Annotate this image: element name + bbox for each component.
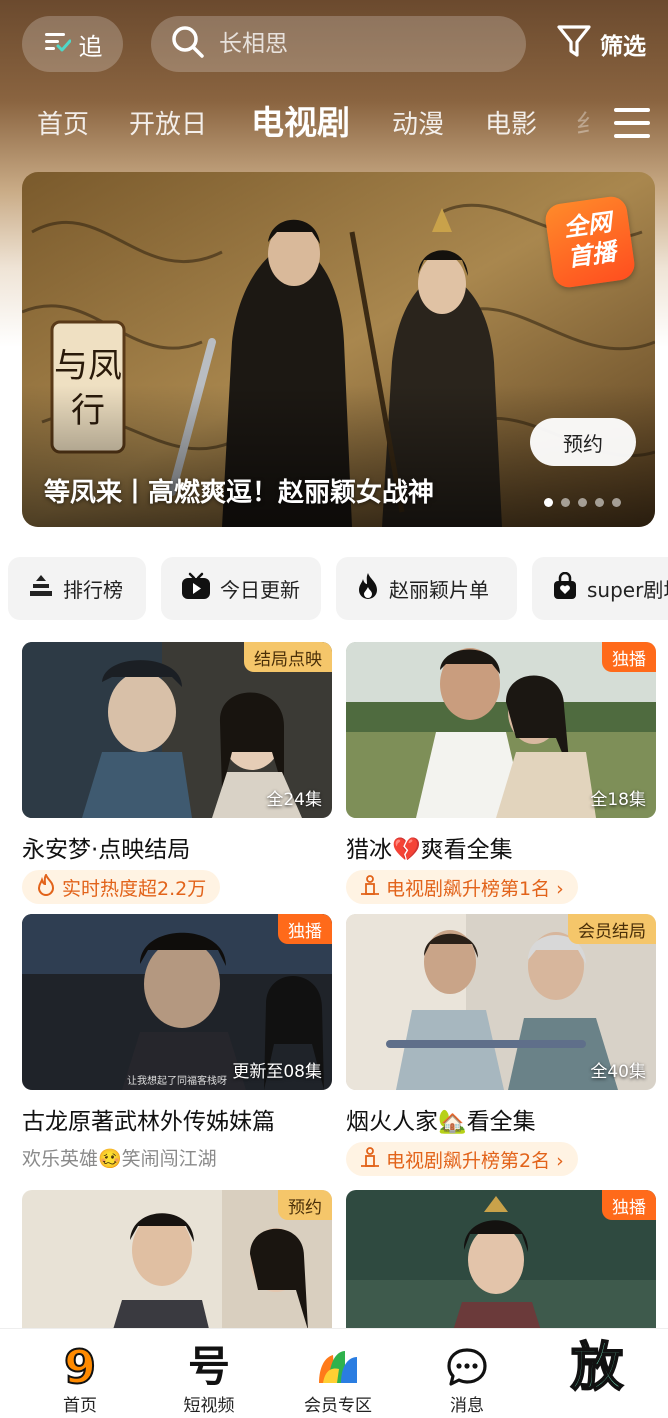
drama-card[interactable]: 结局点映 全24集 永安梦·点映结局 实时热度超2.2万 — [22, 642, 332, 904]
drama-card[interactable]: 让我想起了同福客栈呀 独播 更新至08集 古龙原著武林外传姊妹篇 欢乐英雄🥴笑闹… — [22, 914, 332, 1171]
filter-button[interactable]: 筛选 — [556, 22, 646, 66]
home-logo-icon: 9 — [63, 1340, 97, 1394]
category-tabs: 首页 开放日 电视剧 动漫 电影 纟 — [0, 92, 668, 152]
card-tag: 独播 — [602, 642, 656, 672]
nav-play[interactable]: 放 — [541, 1329, 653, 1418]
bag-icon — [552, 571, 578, 605]
card-tag: 结局点映 — [244, 642, 332, 672]
card-thumbnail[interactable]: 独播 — [346, 1190, 656, 1328]
card-tag: 会员结局 — [568, 914, 656, 944]
episode-count: 全18集 — [590, 790, 646, 810]
podium-icon — [360, 874, 380, 900]
tv-icon — [181, 572, 211, 605]
chip-today-updates[interactable]: 今日更新 — [161, 557, 321, 620]
carousel-indicator — [544, 498, 621, 507]
chip-super-theater[interactable]: super剧场 — [532, 557, 668, 620]
top-header: 追 筛选 — [0, 0, 668, 90]
play-logo-icon: 放 — [570, 1337, 624, 1399]
nav-messages[interactable]: 消息 — [412, 1329, 522, 1418]
flame-outline-icon — [36, 872, 56, 901]
nav-home[interactable]: 9 首页 — [25, 1329, 135, 1418]
follow-list-icon — [43, 29, 71, 59]
ranking-pill[interactable]: 电视剧飙升榜第1名 › — [346, 870, 578, 904]
filter-label: 筛选 — [600, 34, 646, 60]
drama-card[interactable]: 独播 — [346, 1190, 656, 1328]
card-tag: 独播 — [602, 1190, 656, 1220]
card-thumbnail[interactable]: 独播 全18集 — [346, 642, 656, 818]
episode-count: 更新至08集 — [232, 1062, 322, 1082]
heat-pill[interactable]: 实时热度超2.2万 — [22, 870, 221, 904]
flame-icon — [356, 572, 380, 605]
search-icon — [171, 25, 205, 63]
bottom-navigation: 9 首页 号 短视频 会员专区 消息 放 — [0, 1328, 668, 1418]
chip-ranking[interactable]: 排行榜 — [8, 557, 146, 620]
thumb-caption: 让我想起了同福客栈呀 — [127, 1074, 227, 1087]
carousel-dot — [595, 498, 604, 507]
card-tag: 预约 — [278, 1190, 332, 1220]
tab-open-day[interactable]: 开放日 — [129, 104, 207, 141]
episode-count: 全24集 — [266, 790, 322, 810]
podium-icon — [360, 1146, 380, 1172]
card-thumbnail[interactable]: 结局点映 全24集 — [22, 642, 332, 818]
reserve-button[interactable]: 预约 — [530, 418, 636, 466]
drama-card[interactable]: 独播 全18集 猎冰💔爽看全集 电视剧飙升榜第1名 › — [346, 642, 656, 904]
premiere-badge: 全网 首播 — [543, 194, 637, 290]
card-subtitle: 欢乐英雄🥴笑闹闯江湖 — [22, 1148, 217, 1170]
drama-card[interactable]: 会员结局 全40集 烟火人家🏡看全集 电视剧飙升榜第2名 › — [346, 914, 656, 1176]
filter-funnel-icon — [556, 23, 592, 65]
carousel-dot — [561, 498, 570, 507]
short-video-icon: 号 — [187, 1342, 230, 1391]
carousel-dot — [544, 498, 553, 507]
nav-label: 首页 — [63, 1396, 97, 1416]
follow-label: 追 — [78, 32, 103, 61]
nav-label: 消息 — [450, 1396, 484, 1416]
follow-button[interactable]: 追 — [22, 16, 123, 72]
drama-card[interactable]: 预约 — [22, 1190, 332, 1328]
card-title[interactable]: 永安梦·点映结局 — [22, 830, 332, 864]
ranking-pill[interactable]: 电视剧飙升榜第2名 › — [346, 1142, 578, 1176]
tab-anime[interactable]: 动漫 — [392, 104, 444, 141]
banner-caption: 等凤来丨高燃爽逗！赵丽颖女战神 — [44, 478, 435, 508]
nav-label: 会员专区 — [304, 1396, 372, 1416]
carousel-dot — [578, 498, 587, 507]
tab-home[interactable]: 首页 — [37, 104, 89, 141]
nav-vip-zone[interactable]: 会员专区 — [283, 1329, 393, 1418]
card-title[interactable]: 烟火人家🏡看全集 — [346, 1102, 656, 1136]
carousel-dot — [612, 498, 621, 507]
nav-short-video[interactable]: 号 短视频 — [154, 1329, 264, 1418]
card-thumbnail[interactable]: 会员结局 全40集 — [346, 914, 656, 1090]
search-input[interactable] — [219, 31, 479, 57]
episode-count: 全40集 — [590, 1062, 646, 1082]
hero-banner[interactable]: 与凤 行 全网 首播 预约 等凤来丨高燃爽逗！赵丽颖女战神 — [22, 172, 655, 527]
card-tag: 独播 — [278, 914, 332, 944]
vip-zone-icon — [283, 1341, 393, 1393]
message-icon — [412, 1341, 522, 1393]
nav-label: 短视频 — [183, 1396, 235, 1416]
ranking-icon — [28, 573, 54, 604]
channel-menu-icon[interactable] — [614, 108, 652, 138]
tab-tv-series[interactable]: 电视剧 — [251, 96, 350, 144]
chip-zhao-liying-list[interactable]: 赵丽颖片单 — [336, 557, 517, 620]
card-thumbnail[interactable]: 让我想起了同福客栈呀 独播 更新至08集 — [22, 914, 332, 1090]
card-title[interactable]: 古龙原著武林外传姊妹篇 — [22, 1102, 332, 1136]
tab-overflow[interactable]: 纟 — [576, 92, 596, 152]
card-title[interactable]: 猎冰💔爽看全集 — [346, 830, 656, 864]
card-thumbnail[interactable]: 预约 — [22, 1190, 332, 1328]
search-bar[interactable] — [151, 16, 526, 72]
tab-movies[interactable]: 电影 — [485, 104, 537, 141]
